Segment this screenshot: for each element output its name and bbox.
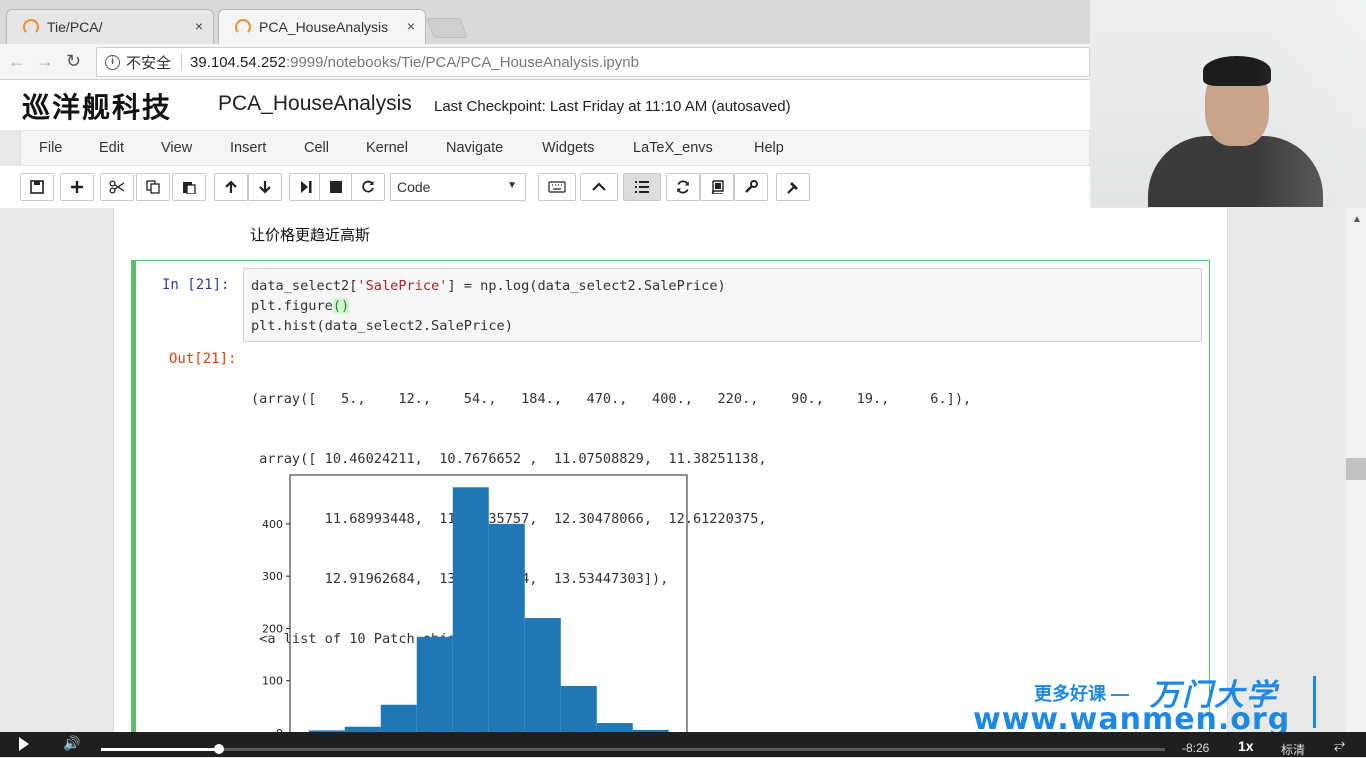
code-line-3: plt.hist(data_select2.SalePrice): [251, 318, 513, 334]
move-down-arrow-icon[interactable]: [248, 173, 282, 201]
menu-widgets[interactable]: Widgets: [542, 140, 594, 156]
scroll-up-arrow-icon[interactable]: ▲: [1352, 214, 1362, 225]
webcam-video: [1090, 0, 1366, 207]
divider: [181, 53, 183, 71]
histogram-chart: 010020030040010.511.011.512.012.513.013.…: [262, 474, 688, 732]
list-toc-icon[interactable]: [623, 173, 661, 201]
menu-latex-envs[interactable]: LaTeX_envs: [633, 140, 713, 156]
output-line: (array([ 5., 12., 54., 184., 470., 400.,…: [251, 391, 972, 407]
y-tick-label: 400: [262, 518, 283, 531]
histogram-bar: [596, 723, 633, 732]
checkpoint-status: Last Checkpoint: Last Friday at 11:10 AM…: [434, 98, 791, 115]
vertical-scrollbar[interactable]: ▲: [1346, 208, 1366, 732]
url-path: :9999/notebooks/Tie/PCA/PCA_HouseAnalysi…: [285, 53, 639, 71]
menu-kernel[interactable]: Kernel: [366, 140, 408, 156]
jupyter-header: 巡洋舰科技 PCA_HouseAnalysis Last Checkpoint:…: [0, 80, 1090, 130]
histogram-bar: [380, 704, 417, 732]
y-tick-label: 100: [262, 675, 283, 688]
paste-icon[interactable]: [172, 173, 206, 201]
forward-arrow-icon[interactable]: →: [36, 51, 54, 72]
histogram-bar: [524, 617, 561, 732]
output-prompt: Out[21]:: [169, 351, 237, 367]
histogram-bar: [452, 487, 489, 732]
menu-navigate[interactable]: Navigate: [446, 140, 503, 156]
tab-title: PCA_HouseAnalysis: [259, 19, 389, 35]
refresh-icon[interactable]: [666, 173, 700, 201]
volume-icon[interactable]: 🔊: [63, 735, 80, 752]
close-tab-icon[interactable]: ×: [195, 18, 203, 34]
menu-help[interactable]: Help: [754, 140, 784, 156]
security-label: 不安全: [126, 54, 172, 72]
browser-tab-bar: Tie/PCA/ × PCA_HouseAnalysis ×: [0, 0, 1090, 44]
menu-file[interactable]: File: [39, 140, 62, 156]
y-tick-label: 200: [262, 622, 283, 635]
hammer-icon[interactable]: [776, 173, 810, 201]
webcam-glare: [1090, 0, 1366, 207]
jupyter-favicon-icon: [23, 19, 39, 35]
histogram-bar: [560, 685, 597, 732]
reload-icon[interactable]: ↻: [66, 51, 81, 72]
code-line-1: data_select2['SalePrice'] = np.log(data_…: [251, 278, 726, 294]
browser-tab-tie-pca[interactable]: Tie/PCA/ ×: [6, 9, 214, 44]
y-tick-label: 300: [262, 570, 283, 583]
restart-kernel-icon[interactable]: [351, 173, 385, 201]
exit-fullscreen-icon[interactable]: ⥂: [1334, 736, 1345, 753]
chevron-up-icon[interactable]: [580, 173, 618, 201]
progress-played: [101, 748, 220, 751]
keyboard-shortcuts-icon[interactable]: [538, 173, 576, 201]
code-line-2: plt.figure(): [251, 298, 350, 314]
code-input-area[interactable]: data_select2['SalePrice'] = np.log(data_…: [243, 268, 1202, 342]
copy-icon[interactable]: [136, 173, 170, 201]
back-arrow-icon[interactable]: ←: [8, 51, 26, 72]
stop-icon[interactable]: [319, 173, 353, 201]
new-tab-button[interactable]: [426, 18, 468, 38]
menu-edit[interactable]: Edit: [99, 140, 124, 156]
watermark-divider: [1313, 676, 1316, 728]
menu-bar: File Edit View Insert Cell Kernel Naviga…: [20, 130, 1090, 166]
address-bar: ← → ↻ i 不安全 39.104.54.252 :9999/notebook…: [0, 44, 1090, 80]
move-up-arrow-icon[interactable]: [214, 173, 248, 201]
info-icon[interactable]: i: [105, 54, 120, 70]
progress-handle[interactable]: [214, 744, 225, 754]
menu-view[interactable]: View: [161, 140, 192, 156]
chevron-down-icon: ▼: [507, 180, 517, 191]
cut-scissors-icon[interactable]: [100, 173, 134, 201]
time-remaining: -8:26: [1182, 741, 1210, 755]
jupyter-favicon-icon: [235, 19, 251, 35]
histogram-bar: [488, 523, 525, 732]
menu-insert[interactable]: Insert: [230, 140, 266, 156]
url-field[interactable]: i 不安全 39.104.54.252 :9999/notebooks/Tie/…: [96, 47, 1090, 77]
notebook-toolbar: Code ▼: [0, 166, 1090, 208]
close-tab-icon[interactable]: ×: [407, 18, 415, 34]
playback-speed[interactable]: 1x: [1238, 738, 1254, 754]
scrollbar-thumb[interactable]: [1346, 458, 1366, 480]
site-logo[interactable]: 巡洋舰科技: [22, 86, 172, 126]
wrench-icon[interactable]: [734, 173, 768, 201]
book-icon[interactable]: [700, 173, 734, 201]
run-step-icon[interactable]: [289, 173, 323, 201]
quality-select[interactable]: 标清: [1281, 741, 1305, 758]
menu-cell[interactable]: Cell: [304, 140, 329, 156]
cell-type-select[interactable]: Code ▼: [390, 173, 526, 201]
tab-title: Tie/PCA/: [47, 19, 103, 35]
notebook-title[interactable]: PCA_HouseAnalysis: [218, 92, 412, 116]
url-host: 39.104.54.252: [190, 53, 286, 71]
markdown-cell-text[interactable]: 让价格更趋近高斯: [250, 224, 370, 245]
histogram-bar: [416, 636, 453, 732]
browser-tab-pca-houseanalysis[interactable]: PCA_HouseAnalysis ×: [218, 9, 426, 44]
progress-track[interactable]: [101, 748, 1165, 751]
save-icon[interactable]: [20, 173, 54, 201]
cell-type-value: Code: [397, 179, 431, 195]
input-prompt: In [21]:: [162, 277, 230, 293]
insert-cell-plus-icon[interactable]: [60, 173, 94, 201]
play-icon[interactable]: [19, 737, 29, 751]
video-controls: 🔊 -8:26 1x 标清 ⥂: [0, 732, 1366, 757]
